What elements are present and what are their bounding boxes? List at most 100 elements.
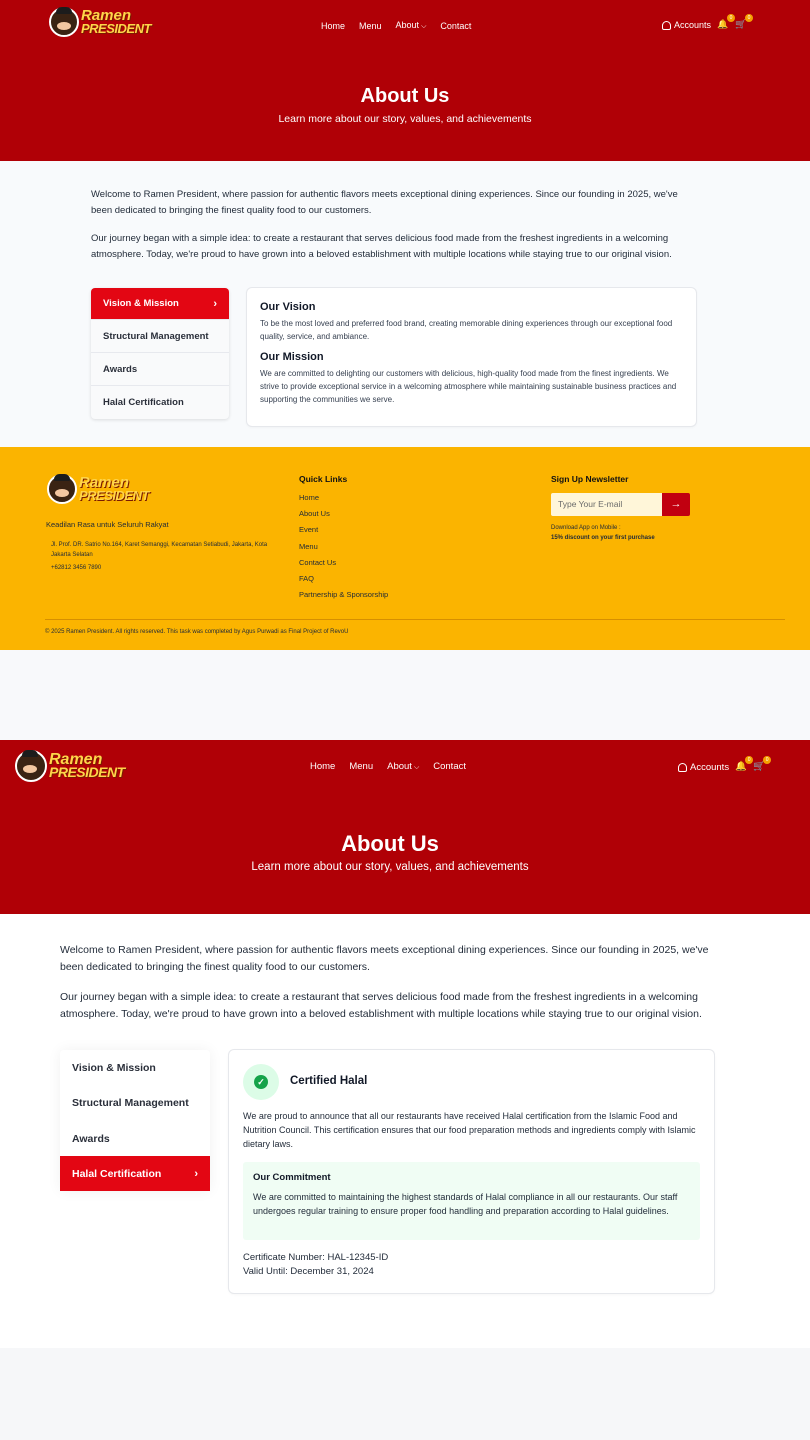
nav-about[interactable]: About ⌵ (387, 761, 419, 772)
tab-structural-management[interactable]: Structural Management (60, 1085, 210, 1121)
accounts-label: Accounts (690, 761, 730, 773)
footer-link-home[interactable]: Home (299, 490, 388, 506)
page-title: About Us (360, 85, 450, 107)
footer-tagline: Keadilan Rasa untuk Seluruh Rakyat (46, 520, 169, 529)
tab-label: Structural Management (72, 1097, 189, 1109)
user-icon (678, 762, 687, 772)
nav-about[interactable]: About ⌵ (396, 20, 427, 31)
notif-badge: 0 (745, 756, 754, 764)
brand-name-line2: PRESIDENT (81, 20, 151, 36)
account-area: Accounts 🔔 0 🛒 0 (662, 14, 754, 31)
newsletter-title: Sign Up Newsletter (551, 474, 629, 484)
nav-contact[interactable]: Contact (433, 761, 466, 772)
mascot-icon (15, 750, 47, 782)
footer-phone: +62812 3456 7890 (51, 565, 102, 571)
tab-label: Vision & Mission (72, 1061, 156, 1074)
chevron-down-icon: ⌵ (421, 23, 427, 30)
app-discount-text: 15% discount on your first purchase (551, 535, 655, 541)
tab-label: Halal Certification (72, 1167, 162, 1180)
mission-text: We are committed to delighting our custo… (260, 369, 677, 404)
about-page-halal-view: Ramen PRESIDENT Home Menu About ⌵ Contact… (0, 740, 810, 1440)
newsletter-email-input[interactable]: Type Your E-mail (551, 493, 663, 516)
nav-home[interactable]: Home (310, 761, 335, 772)
app-download-text: Download App on Mobile : (551, 525, 621, 531)
account-area: Accounts 🔔 0 🛒 0 (678, 756, 772, 773)
about-tabs: Vision & Mission Structural Management A… (60, 1050, 210, 1191)
arrow-right-icon: → (670, 498, 682, 510)
certificate-number: Certificate Number: HAL-12345-ID (243, 1252, 389, 1263)
chevron-right-icon: › (213, 297, 217, 310)
page-subtitle: Learn more about our story, values, and … (251, 861, 529, 873)
tab-label: Halal Certification (103, 397, 184, 408)
footer-logo[interactable]: Ramen PRESIDENT (47, 474, 149, 504)
accounts-link[interactable]: Accounts (678, 762, 729, 773)
chevron-right-icon: › (194, 1167, 198, 1180)
newsletter-submit-button[interactable]: → (662, 493, 690, 516)
nav-contact[interactable]: Contact (440, 21, 471, 31)
page-bottom-background (0, 1348, 810, 1440)
app-promo: Download App on Mobile : 15% discount on… (551, 523, 655, 543)
commitment-box: Our Commitment We are committed to maint… (243, 1162, 700, 1240)
brand-logo[interactable]: Ramen PRESIDENT (49, 7, 151, 37)
commitment-title: Our Commitment (253, 1172, 331, 1183)
about-tabs: Vision & Mission › Structural Management … (91, 288, 229, 419)
footer-link-menu[interactable]: Menu (299, 539, 388, 555)
tab-awards[interactable]: Awards (60, 1121, 210, 1156)
quick-links-title: Quick Links (299, 474, 348, 484)
main-nav: Home Menu About ⌵ Contact (310, 761, 466, 772)
commitment-text: We are committed to maintaining the high… (253, 1192, 678, 1216)
mascot-icon (47, 474, 77, 504)
tab-halal-certification[interactable]: Halal Certification › (60, 1156, 210, 1191)
notif-badge: 0 (727, 14, 736, 22)
about-page-vision-view: Ramen PRESIDENT Home Menu About ⌵ Contact… (0, 0, 810, 650)
page-title: About Us (341, 831, 439, 856)
footer-link-partnership[interactable]: Partnership & Sponsorship (299, 587, 388, 603)
brand-logo[interactable]: Ramen PRESIDENT (15, 750, 125, 782)
page-subtitle: Learn more about our story, values, and … (278, 113, 532, 125)
screenshot-gap (0, 650, 810, 740)
vision-text: To be the most loved and preferred food … (260, 319, 673, 341)
cart-badge: 0 (745, 14, 754, 22)
main-nav: Home Menu About ⌵ Contact (321, 20, 471, 31)
tab-vision-mission[interactable]: Vision & Mission › (91, 288, 229, 320)
mascot-icon (49, 7, 79, 37)
tab-label: Vision & Mission (103, 298, 179, 309)
footer-link-event[interactable]: Event (299, 522, 388, 538)
copyright: © 2025 Ramen President. All rights reser… (45, 629, 349, 635)
footer-link-faq[interactable]: FAQ (299, 571, 388, 587)
halal-description: We are proud to announce that all our re… (243, 1111, 696, 1149)
vision-title: Our Vision (260, 301, 316, 313)
nav-home[interactable]: Home (321, 21, 345, 31)
tab-label: Structural Management (103, 330, 209, 342)
nav-about-label: About (387, 761, 412, 772)
footer-link-about[interactable]: About Us (299, 506, 388, 522)
intro-paragraph-1: Welcome to Ramen President, where passio… (91, 189, 678, 216)
chevron-down-icon: ⌵ (413, 764, 420, 771)
nav-menu[interactable]: Menu (359, 21, 382, 31)
certificate-valid-until: Valid Until: December 31, 2024 (243, 1266, 374, 1277)
bell-icon[interactable]: 🔔 0 (735, 756, 754, 773)
footer-link-contact[interactable]: Contact Us (299, 555, 388, 571)
tab-halal-certification[interactable]: Halal Certification (91, 386, 229, 419)
halal-panel: ✓ Certified Halal We are proud to announ… (229, 1050, 714, 1293)
accounts-label: Accounts (674, 20, 712, 30)
quick-links: Home About Us Event Menu Contact Us FAQ … (299, 490, 388, 603)
tab-awards[interactable]: Awards (91, 353, 229, 386)
accounts-link[interactable]: Accounts (662, 20, 711, 30)
bell-icon[interactable]: 🔔 0 (717, 14, 736, 31)
intro-paragraph-2: Our journey began with a simple idea: to… (60, 991, 702, 1020)
footer-brand-line2: PRESIDENT (79, 487, 149, 503)
intro-paragraph-2: Our journey began with a simple idea: to… (91, 233, 672, 260)
nav-menu[interactable]: Menu (349, 761, 373, 772)
halal-badge: ✓ (243, 1064, 279, 1100)
vision-mission-panel: Our Vision To be the most loved and pref… (247, 288, 696, 426)
tab-label: Awards (103, 363, 138, 375)
nav-about-label: About (395, 20, 420, 30)
intro-paragraph-1: Welcome to Ramen President, where passio… (60, 944, 709, 973)
mission-title: Our Mission (260, 351, 324, 363)
tab-structural-management[interactable]: Structural Management (91, 320, 229, 353)
tab-vision-mission[interactable]: Vision & Mission (60, 1050, 210, 1085)
footer-divider (45, 619, 785, 620)
cart-icon[interactable]: 🛒 0 (735, 14, 754, 31)
cart-icon[interactable]: 🛒 0 (753, 756, 772, 773)
